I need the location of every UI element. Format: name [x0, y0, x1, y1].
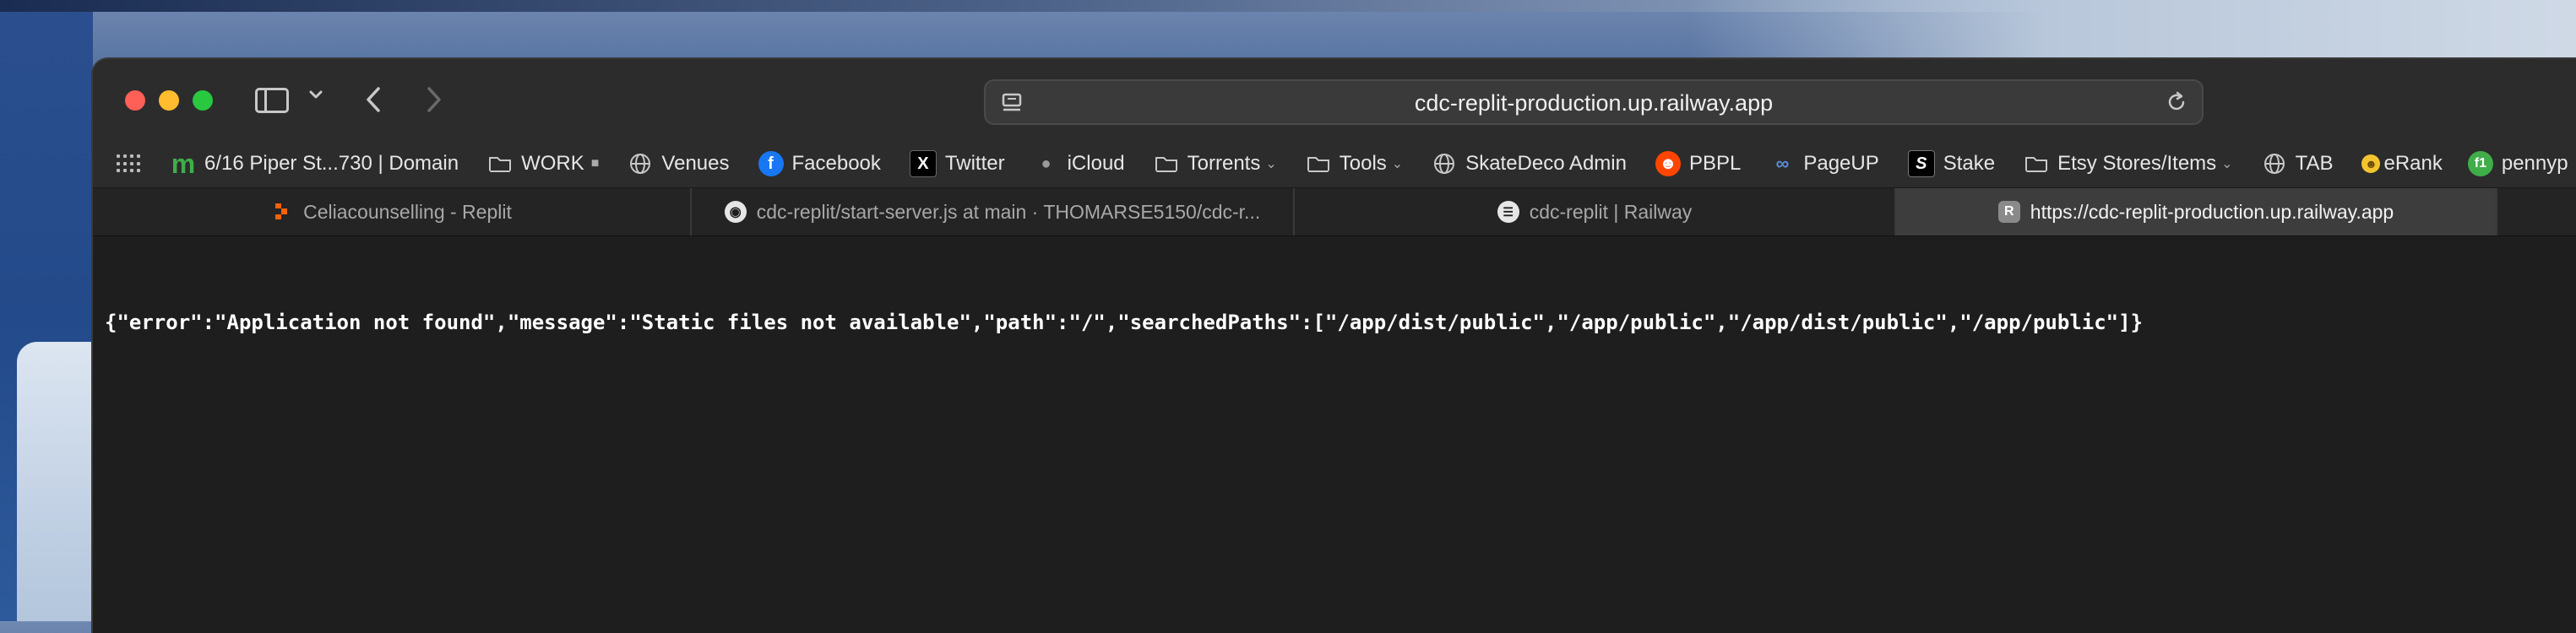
bookmark-label: PageUP [1803, 152, 1879, 175]
json-error-response: {"error":"Application not found","messag… [105, 311, 2144, 334]
replit-icon [275, 203, 288, 219]
chevron-down-icon: ⌄ [1391, 157, 1404, 171]
bookmark-tools[interactable]: Tools ⌄ [1306, 151, 1403, 176]
bookmark-label: Etsy Stores/Items [2057, 152, 2217, 175]
tab-active-railway-app[interactable]: R https://cdc-replit-production.up.railw… [1896, 188, 2497, 235]
bookmark-label: iCloud [1067, 152, 1125, 175]
zoom-window-button[interactable] [193, 90, 213, 111]
folder-icon [2025, 157, 2048, 172]
bookmark-label: Twitter [944, 152, 1005, 175]
chevron-down-icon: ⌄ [1265, 157, 1277, 171]
bookmark-facebook[interactable]: f Facebook [758, 151, 881, 176]
bookmark-erank[interactable]: ☻ eRank [2361, 152, 2443, 176]
facebook-icon: f [758, 151, 784, 176]
bookmark-icloud[interactable]: ● iCloud [1034, 151, 1125, 176]
f1-icon: f1 [2467, 151, 2493, 176]
bookmark-label: TAB [2295, 152, 2334, 175]
bookmark-label: pennyp [2501, 152, 2568, 175]
tab-label: https://cdc-replit-production.up.railway… [2030, 200, 2394, 223]
bookmark-label: eRank [2383, 152, 2443, 175]
sidebar-toggle-icon[interactable] [255, 88, 289, 113]
tab-label: cdc-replit/start-server.js at main · THO… [756, 200, 1261, 223]
pageup-icon: ∞ [1775, 153, 1790, 174]
tab-group-chevron-down-icon[interactable] [307, 86, 324, 103]
bookmark-stake[interactable]: S Stake [1907, 150, 1996, 177]
forward-button[interactable] [421, 84, 446, 115]
folder-icon [1307, 157, 1329, 172]
desktop-wallpaper-right [1689, 0, 2576, 59]
bookmark-tab[interactable]: TAB [2262, 151, 2334, 176]
bookmark-label: 6/16 Piper St...730 | Domain [204, 152, 459, 175]
bookmarks-bar: m 6/16 Piper St...730 | Domain WORK ■ Ve… [93, 140, 2576, 187]
bookmark-domain[interactable]: m 6/16 Piper St...730 | Domain [171, 148, 459, 179]
reload-icon[interactable] [2165, 90, 2188, 114]
bookmark-label: WORK [521, 152, 584, 175]
x-twitter-icon: X [909, 150, 937, 177]
apps-grid-icon[interactable] [117, 154, 140, 173]
bookmark-torrents[interactable]: Torrents ⌄ [1154, 151, 1277, 176]
github-icon: ◉ [724, 201, 747, 223]
work-indicator-icon: ■ [590, 156, 600, 170]
tab-railway[interactable]: ☰ cdc-replit | Railway [1295, 188, 1896, 235]
bookmark-skatedeco-admin[interactable]: SkateDeco Admin [1432, 151, 1627, 176]
reddit-icon: ☻ [1655, 151, 1681, 176]
bookmark-label: Venues [661, 152, 730, 175]
bookmark-work[interactable]: WORK ■ [487, 151, 599, 176]
bookmark-label: Tools [1339, 152, 1387, 175]
bookmark-label: Torrents [1187, 152, 1261, 175]
bookmark-pbpl[interactable]: ☻ PBPL [1655, 151, 1741, 176]
bookmark-label: Facebook [791, 152, 881, 175]
page-content: {"error":"Application not found","messag… [93, 236, 2576, 633]
emoji-icon: ☻ [2361, 154, 2381, 173]
browser-toolbar: cdc-replit-production.up.railway.app m 6… [93, 59, 2576, 187]
bookmark-etsy[interactable]: Etsy Stores/Items ⌄ [2024, 151, 2233, 176]
bookmark-pageup[interactable]: ∞ PageUP [1769, 151, 1879, 176]
globe-icon [1434, 154, 1455, 174]
bookmark-label: PBPL [1688, 152, 1742, 175]
domain-m-icon: m [171, 148, 196, 179]
tab-label: Celiacounselling - Replit [303, 200, 512, 223]
close-window-button[interactable] [125, 90, 145, 111]
minimize-window-button[interactable] [159, 90, 179, 111]
chevron-down-icon: ⌄ [2221, 157, 2233, 171]
railway-icon: ☰ [1497, 201, 1519, 223]
address-bar[interactable]: cdc-replit-production.up.railway.app [984, 79, 2204, 125]
back-button[interactable] [361, 84, 387, 115]
bookmark-label: SkateDeco Admin [1465, 152, 1627, 175]
bookmark-venues[interactable]: Venues [628, 151, 730, 176]
tab-bar: Celiacounselling - Replit ◉ cdc-replit/s… [93, 187, 2576, 236]
r-letter-icon: R [1997, 201, 2020, 223]
folder-icon [1155, 157, 1177, 172]
stake-icon: S [1907, 150, 1935, 177]
folder-icon [489, 157, 512, 172]
apple-icon: ● [1041, 154, 1052, 173]
browser-window: cdc-replit-production.up.railway.app m 6… [91, 57, 2576, 633]
bookmark-pennyp[interactable]: f1 pennyp [2467, 151, 2568, 176]
globe-icon [2264, 154, 2285, 174]
globe-icon [630, 154, 651, 174]
address-url[interactable]: cdc-replit-production.up.railway.app [986, 90, 2202, 116]
bookmark-label: Stake [1943, 152, 1996, 175]
tab-github[interactable]: ◉ cdc-replit/start-server.js at main · T… [692, 188, 1295, 235]
bookmark-twitter[interactable]: X Twitter [909, 150, 1005, 177]
tab-label: cdc-replit | Railway [1529, 200, 1693, 223]
tab-replit[interactable]: Celiacounselling - Replit [93, 188, 692, 235]
